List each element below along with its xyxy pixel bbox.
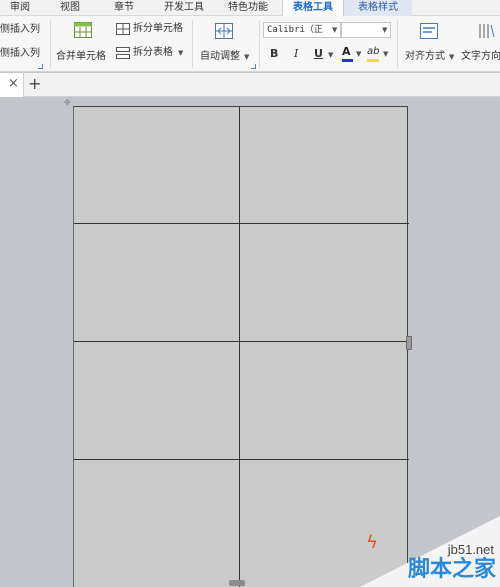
font-name-value: Calibri（正 [267, 25, 323, 35]
autofit-label: 自动调整 [200, 51, 240, 62]
table-resize-handle[interactable] [406, 336, 412, 350]
dialog-launcher-icon[interactable] [251, 64, 256, 69]
chevron-down-icon: ▼ [356, 50, 362, 58]
table-row-border[interactable] [74, 223, 409, 224]
split-cells-button[interactable]: 拆分单元格 [114, 22, 188, 38]
merge-cells-button[interactable]: 合并单元格 [54, 20, 112, 68]
menu-tab-bar: 审阅 视图 章节 开发工具 特色功能 表格工具 表格样式 [0, 0, 500, 16]
divider [259, 20, 260, 68]
divider [50, 20, 51, 68]
watermark-name: 脚本之家 [407, 557, 496, 582]
close-icon[interactable]: × [8, 77, 19, 91]
font-color-icon: A [342, 45, 351, 58]
underline-icon: U [314, 47, 323, 60]
tab-chapter[interactable]: 章节 [104, 0, 144, 16]
tab-special-features[interactable]: 特色功能 [219, 0, 277, 16]
font-size-select[interactable]: ▼ [341, 22, 391, 38]
ribbon-toolbar: 侧插入列 侧插入列 合并单元格 拆分单元格 拆分表格 ▼ 自动调整 ▼ Cali… [0, 16, 500, 72]
document-page[interactable] [73, 106, 409, 587]
tab-view[interactable]: 视图 [50, 0, 90, 16]
font-color-swatch [342, 59, 353, 62]
table-column-border[interactable] [239, 107, 240, 587]
bold-button[interactable]: B [270, 48, 278, 60]
text-direction-icon [479, 24, 495, 38]
highlight-button[interactable]: ab ▼ [367, 46, 391, 64]
tab-review[interactable]: 审阅 [2, 0, 38, 16]
split-table-icon [116, 47, 130, 59]
table-add-row-handle[interactable] [229, 580, 245, 586]
chevron-down-icon: ▼ [244, 53, 250, 61]
tab-table-style[interactable]: 表格样式 [344, 0, 412, 16]
table-move-handle-icon[interactable]: ✥ [64, 99, 72, 107]
split-table-label: 拆分表格 [133, 47, 173, 58]
chevron-down-icon: ▼ [332, 26, 338, 34]
autofit-icon [215, 23, 233, 39]
align-label: 对齐方式 [405, 51, 445, 62]
divider [397, 20, 398, 68]
divider [192, 20, 193, 68]
table-row-border[interactable] [74, 459, 409, 460]
italic-button[interactable]: I [294, 48, 298, 60]
underline-button[interactable]: U ▼ [314, 48, 336, 62]
autofit-button[interactable]: 自动调整 ▼ [196, 20, 254, 68]
table-row-border[interactable] [74, 341, 409, 342]
add-tab-icon[interactable]: + [28, 76, 41, 92]
font-color-button[interactable]: A ▼ [342, 46, 364, 64]
text-direction-label: 文字方向 [461, 51, 500, 62]
dialog-launcher-icon[interactable] [38, 64, 43, 69]
tab-table-tools[interactable]: 表格工具 [282, 0, 344, 16]
document-tab[interactable]: × [0, 73, 24, 97]
insert-col-left-button[interactable]: 侧插入列 [0, 24, 40, 36]
lightning-icon: ϟ [366, 532, 378, 553]
tab-developer-tools[interactable]: 开发工具 [155, 0, 213, 16]
table[interactable] [74, 107, 409, 587]
text-direction-button[interactable]: 文字方向 [459, 20, 500, 68]
chevron-down-icon: ▼ [383, 50, 389, 58]
font-name-select[interactable]: Calibri（正 ▼ [263, 22, 341, 38]
chevron-down-icon: ▼ [178, 49, 184, 57]
split-cells-label: 拆分单元格 [133, 23, 183, 34]
chevron-down-icon: ▼ [449, 53, 455, 61]
align-icon [420, 23, 438, 39]
merge-cells-label: 合并单元格 [56, 51, 106, 62]
watermark: ϟ jb51.net 脚本之家 [360, 516, 500, 587]
highlight-swatch [367, 59, 379, 62]
chevron-down-icon: ▼ [328, 51, 334, 59]
merge-cells-icon [74, 22, 92, 38]
document-tab-bar: × + [0, 73, 500, 97]
split-cells-icon [116, 23, 130, 35]
highlight-icon: ab [367, 46, 380, 57]
chevron-down-icon: ▼ [382, 26, 388, 34]
insert-col-right-button[interactable]: 侧插入列 [0, 48, 40, 60]
align-button[interactable]: 对齐方式 ▼ [401, 20, 457, 68]
split-table-button[interactable]: 拆分表格 ▼ [114, 46, 188, 62]
